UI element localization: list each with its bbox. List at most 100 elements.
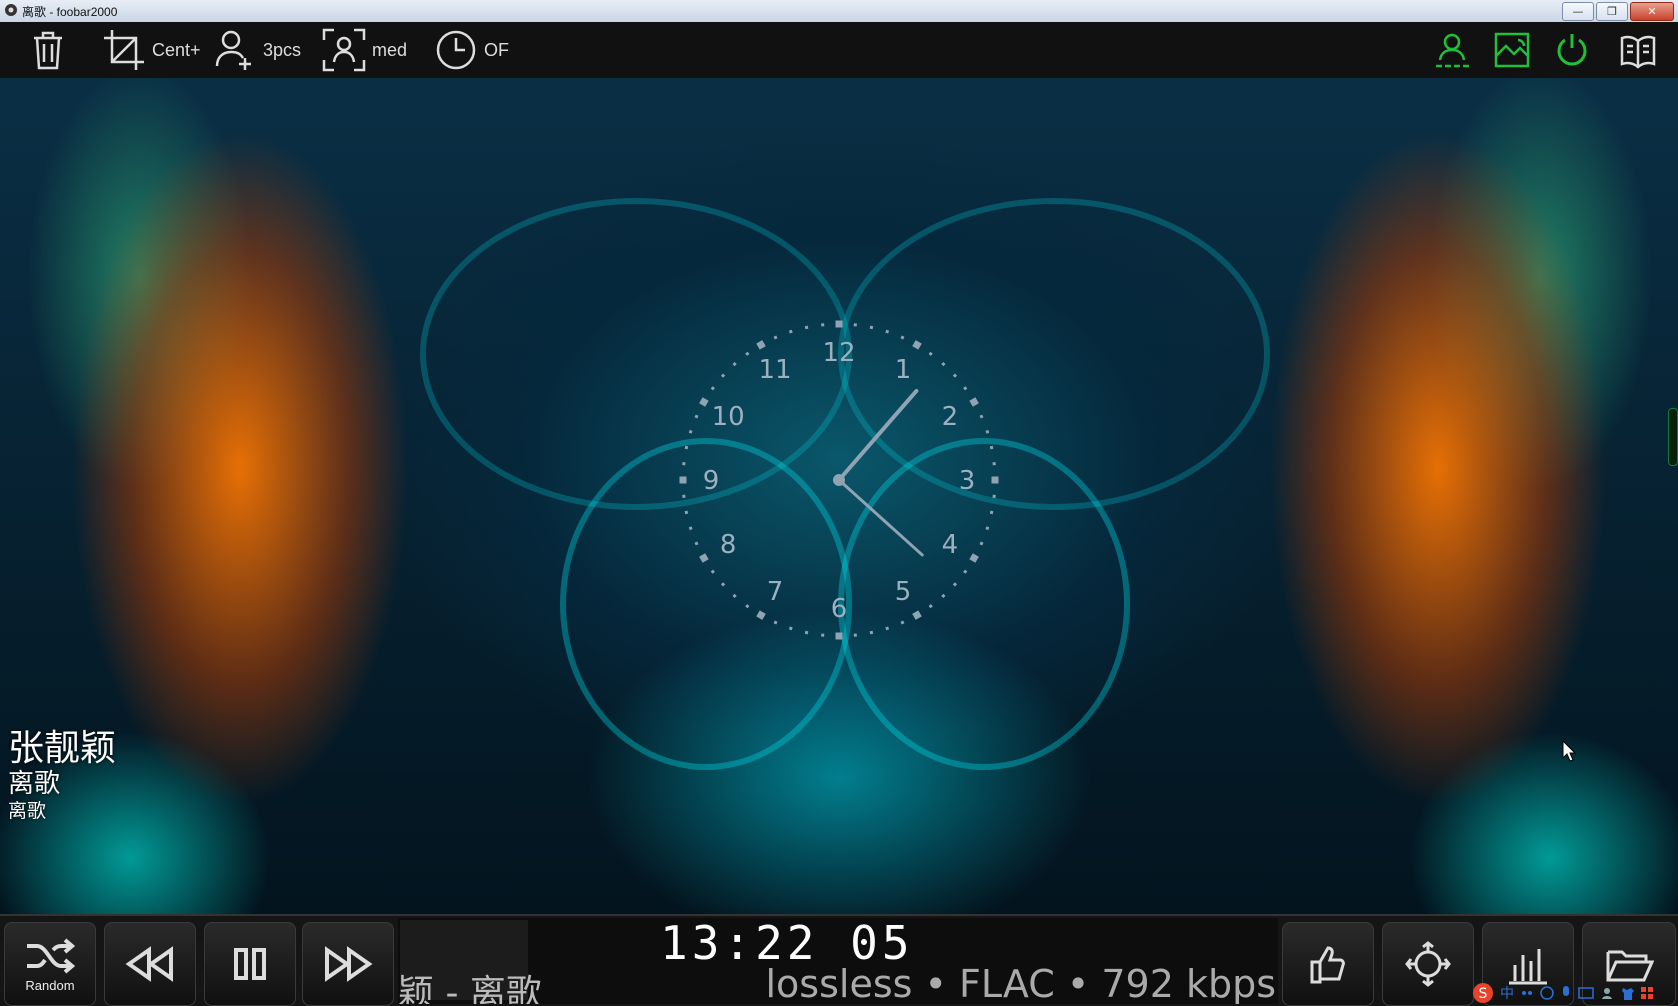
clock-number: 5: [895, 577, 912, 607]
sogou-ime-icon[interactable]: S: [1472, 982, 1494, 1004]
power-icon: [1557, 34, 1587, 66]
random-button[interactable]: Random: [4, 922, 96, 1006]
fast-forward-icon: [325, 946, 373, 982]
clock-minute-tick: [694, 541, 699, 546]
trash-icon: [34, 31, 62, 70]
bar-chart-icon: [1509, 949, 1547, 985]
clock-minute-tick: [688, 526, 693, 531]
clock-hour-tick: [699, 553, 709, 563]
microphone-icon[interactable]: [1560, 985, 1572, 1001]
codec-info: lossless • FLAC • 792 kbps: [765, 962, 1277, 1004]
window-title: 离歌 - foobar2000: [22, 5, 118, 19]
user-group-icon: [1436, 33, 1469, 68]
clock-minute-tick: [773, 335, 778, 340]
side-scrollbar[interactable]: [1668, 408, 1678, 466]
clock-hour-tick: [756, 340, 766, 350]
clock-minute-tick: [684, 445, 689, 450]
clock-hour-tick: [969, 553, 979, 563]
crop-button[interactable]: Cent+: [102, 28, 201, 72]
clock-number: 1: [895, 355, 912, 385]
clock-minute-tick: [694, 414, 699, 419]
clock-minute-tick: [928, 604, 933, 609]
restore-button[interactable]: ❐: [1596, 2, 1628, 21]
clock-minute-tick: [885, 329, 890, 334]
clock-minute-tick: [992, 462, 996, 466]
add-person-button[interactable]: 3pcs: [213, 28, 301, 72]
previous-button[interactable]: [104, 922, 196, 1006]
album-name: 离歌: [8, 800, 47, 822]
clock-number: 4: [942, 530, 959, 560]
trash-button[interactable]: [28, 28, 68, 72]
clock-minute-tick: [989, 445, 994, 450]
face-frame-button[interactable]: med: [322, 28, 407, 72]
ime-language-label[interactable]: 中: [1500, 983, 1514, 1003]
book-button[interactable]: [1618, 28, 1658, 72]
clock-minute-tick: [900, 335, 905, 340]
clock-hour-hand: [837, 388, 919, 482]
timer-button[interactable]: OF: [434, 28, 509, 72]
rewind-icon: [125, 946, 173, 982]
clock-minute-tick: [900, 620, 905, 625]
user-icon[interactable]: [1600, 986, 1614, 1000]
grid-apps-icon[interactable]: [1640, 986, 1654, 1000]
shirt-icon[interactable]: [1620, 986, 1634, 1000]
clock-minute-tick: [992, 494, 996, 498]
clock-minute-tick: [804, 325, 809, 330]
close-button[interactable]: ✕: [1630, 2, 1674, 21]
people-count-label: 3pcs: [263, 39, 302, 60]
now-playing-panel: 13:22 05 颖 - 离歌 lossless • FLAC • 792 kb…: [398, 918, 1278, 1004]
window-titlebar: 离歌 - foobar2000 — ❐ ✕: [0, 0, 1678, 23]
clock-hour-tick: [835, 320, 843, 328]
playback-bar: Random 13:22 05 颖 - 离歌 lossless • FLAC •…: [0, 914, 1678, 1006]
clock-number: 7: [767, 577, 784, 607]
smiley-icon[interactable]: [1540, 986, 1554, 1000]
clock-minute-tick: [928, 351, 933, 356]
next-button[interactable]: [302, 922, 394, 1006]
clock-minute-tick: [745, 604, 750, 609]
clock-minute-tick: [684, 510, 689, 515]
crop-icon: [104, 30, 144, 70]
clock-minute-tick: [682, 494, 686, 498]
clock-minute-tick: [985, 429, 990, 434]
clock-minute-tick: [952, 582, 958, 587]
top-toolbar: Cent+ 3pcs med OF: [0, 22, 1678, 78]
clock-minute-tick: [989, 510, 994, 515]
clock-minute-tick: [821, 633, 825, 637]
crop-label: Cent+: [152, 39, 201, 60]
clock-minute-tick: [773, 620, 778, 625]
book-icon: [1620, 35, 1656, 69]
clock-icon: [436, 30, 476, 70]
clock-minute-tick: [710, 386, 715, 391]
face-frame-icon: [322, 28, 366, 72]
clock-number: 8: [720, 530, 737, 560]
crosshair-icon: [1405, 941, 1451, 987]
image-sync-button[interactable]: [1492, 28, 1532, 72]
gesture-button[interactable]: [1282, 922, 1374, 1006]
system-tray: S 中: [1472, 982, 1678, 1004]
locate-button[interactable]: [1382, 922, 1474, 1006]
clock-minute-tick: [963, 386, 968, 391]
clock-minute-tick: [963, 569, 968, 574]
add-person-icon: [215, 30, 251, 70]
power-button[interactable]: [1552, 28, 1592, 72]
clock-minute-tick: [985, 526, 990, 531]
clock-hour-tick: [912, 340, 922, 350]
clock-hour-tick: [699, 397, 709, 407]
clock-minute-tick: [745, 351, 750, 356]
clock-hour-tick: [835, 632, 843, 640]
clock-center: [833, 474, 845, 486]
clock-minute-tick: [869, 325, 874, 330]
minimize-button[interactable]: —: [1562, 2, 1594, 21]
clock-number: 2: [942, 402, 959, 432]
keyboard-icon[interactable]: [1578, 987, 1594, 999]
punctuation-icon[interactable]: [1520, 986, 1534, 1000]
clock-hour-tick: [991, 476, 999, 484]
shuffle-icon: [27, 937, 75, 974]
clock-number: 12: [822, 338, 855, 368]
user-group-button[interactable]: [1432, 28, 1472, 72]
clock-minute-tick: [853, 323, 857, 327]
clock-hour-tick: [969, 397, 979, 407]
pause-button[interactable]: [204, 922, 296, 1006]
clock-number: 6: [831, 594, 848, 624]
mouse-cursor-icon: [1562, 740, 1576, 762]
